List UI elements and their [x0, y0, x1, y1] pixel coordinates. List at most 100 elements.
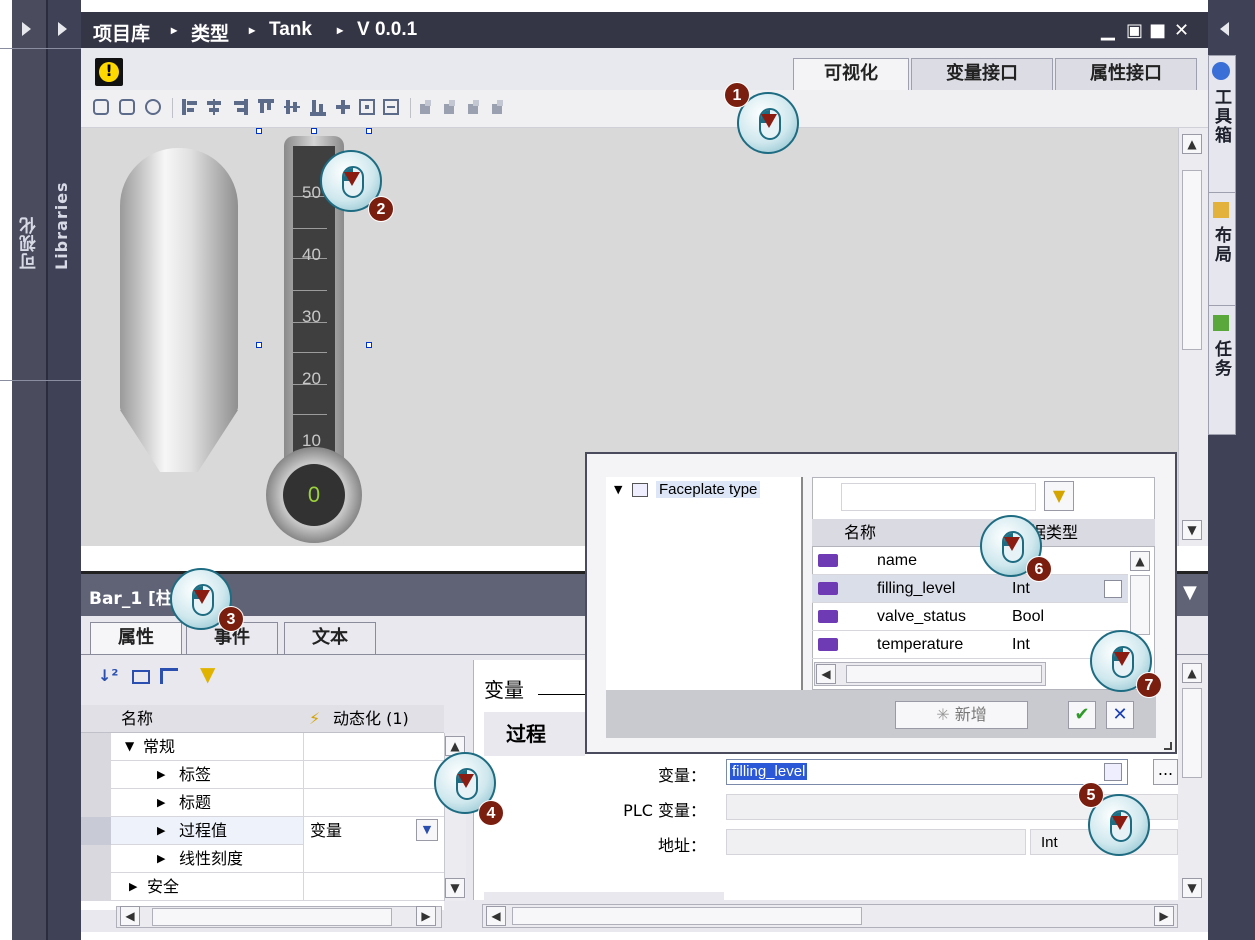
scroll-down-icon[interactable]: ▼: [1182, 878, 1202, 898]
tab-tasks[interactable]: 任务: [1210, 340, 1234, 378]
tab-layout[interactable]: 布局: [1210, 226, 1234, 264]
popup-tree: [606, 477, 803, 690]
group-icon[interactable]: [132, 670, 150, 684]
tick-mark: [293, 414, 327, 415]
left-sidebar-visualization: [0, 0, 46, 940]
breadcrumb-item[interactable]: Tank: [269, 19, 312, 41]
scroll-left-icon[interactable]: ◀: [816, 664, 836, 684]
row-label: 常规: [143, 737, 176, 756]
property-row[interactable]: ▶ 线性刻度: [81, 845, 444, 873]
expand-icon[interactable]: ▶: [129, 873, 137, 900]
scroll-up-icon[interactable]: ▲: [1182, 134, 1202, 154]
scroll-left-icon[interactable]: ◀: [120, 906, 140, 926]
callout-number: 2: [368, 196, 394, 222]
expand-icon[interactable]: ▶: [157, 761, 165, 788]
property-row[interactable]: ▼ 常规: [81, 733, 444, 761]
scrollbar-thumb[interactable]: [512, 907, 862, 925]
scrollbar-thumb[interactable]: [152, 908, 392, 926]
sidebar-tab-libraries[interactable]: Libraries: [52, 170, 71, 270]
expand-icon[interactable]: ▶: [157, 817, 165, 844]
tank-graphic[interactable]: [120, 148, 238, 413]
add-button[interactable]: ✳ 新增: [895, 701, 1028, 729]
row-gutter: [81, 817, 111, 845]
selection-handle[interactable]: [256, 128, 262, 134]
filter-icon[interactable]: ▼: [1044, 481, 1074, 511]
property-row[interactable]: ▶ 标题: [81, 789, 444, 817]
selection-handle[interactable]: [366, 128, 372, 134]
callout-number: 1: [724, 82, 750, 108]
popup-row[interactable]: temperature Int: [812, 631, 1128, 659]
breadcrumb-item[interactable]: 项目库: [93, 19, 150, 46]
align-right-icon: [244, 99, 248, 115]
tab-variable-interface[interactable]: 变量接口: [911, 58, 1053, 90]
tab-texts[interactable]: 文本: [284, 622, 376, 654]
confirm-icon[interactable]: ✔: [1068, 701, 1096, 729]
list-icon[interactable]: [1104, 763, 1122, 781]
list-icon[interactable]: [1104, 580, 1122, 598]
selection-handle[interactable]: [256, 342, 262, 348]
scrollbar-thumb[interactable]: [846, 665, 1042, 683]
sidebar-tab-visualization[interactable]: 可视化: [17, 180, 42, 270]
scroll-right-icon[interactable]: ▶: [416, 906, 436, 926]
collapse-right-icon[interactable]: [1220, 22, 1229, 36]
property-row-selected[interactable]: ▶ 过程值 变量 ▼: [81, 817, 444, 845]
scroll-left-icon[interactable]: ◀: [486, 906, 506, 926]
maximize-icon[interactable]: ■: [1149, 20, 1166, 41]
subgroup-tab: [484, 892, 724, 904]
restore-icon[interactable]: ▣: [1126, 20, 1143, 41]
resize-grip-icon[interactable]: [1164, 742, 1172, 750]
expand-icon[interactable]: ▼: [125, 733, 134, 760]
tree-expand-icon[interactable]: ▼: [614, 483, 622, 496]
scrollbar-thumb[interactable]: [1130, 575, 1150, 635]
filter-icon[interactable]: ▼: [200, 662, 215, 686]
scroll-down-icon[interactable]: ▼: [1182, 520, 1202, 540]
breadcrumb-separator-icon: ▸: [337, 23, 344, 37]
dropdown-icon[interactable]: ▼: [416, 819, 438, 841]
breadcrumb-item[interactable]: V 0.0.1: [357, 19, 417, 41]
dynamization-value: 变量: [310, 821, 343, 840]
sort-icon[interactable]: ↓²: [98, 666, 118, 685]
tree-item-faceplate-type[interactable]: Faceplate type: [656, 481, 761, 498]
tree-icon[interactable]: [160, 668, 178, 684]
property-row[interactable]: ▶ 安全: [81, 873, 444, 901]
warning-icon[interactable]: !: [95, 58, 123, 86]
popup-row[interactable]: valve_status Bool: [812, 603, 1128, 631]
expand-icon[interactable]: ▶: [157, 789, 165, 816]
scroll-right-icon[interactable]: ▶: [1154, 906, 1174, 926]
minimize-icon[interactable]: ▁: [1101, 20, 1115, 41]
popup-row-selected[interactable]: filling_level Int: [812, 575, 1128, 603]
expand-icon[interactable]: ▶: [157, 845, 165, 872]
scroll-down-icon[interactable]: ▼: [445, 878, 465, 898]
selection-handle[interactable]: [366, 342, 372, 348]
popup-filter-input[interactable]: [841, 483, 1036, 511]
row-label: 线性刻度: [179, 849, 244, 868]
tab-visualization[interactable]: 可视化: [793, 58, 909, 91]
row-gutter: [81, 789, 111, 817]
callout-number: 5: [1078, 782, 1104, 808]
property-row[interactable]: ▶ 标签: [81, 761, 444, 789]
lightning-icon: ⚡: [309, 709, 321, 728]
scrollbar-thumb[interactable]: [1182, 170, 1202, 350]
row-value: [303, 873, 444, 901]
tab-properties[interactable]: 属性: [90, 622, 182, 654]
expand-libraries-icon[interactable]: [58, 22, 67, 36]
variable-field[interactable]: filling_level: [726, 759, 1128, 785]
selection-handle[interactable]: [311, 128, 317, 134]
browse-button[interactable]: ...: [1153, 759, 1178, 785]
popup-row[interactable]: name ing: [812, 547, 1128, 575]
scroll-up-icon[interactable]: ▲: [1182, 663, 1202, 683]
scrollbar-thumb[interactable]: [1182, 688, 1202, 778]
collapse-inspector-icon[interactable]: ▼: [1183, 582, 1197, 603]
expand-left-icon[interactable]: [22, 22, 31, 36]
callout-number: 4: [478, 800, 504, 826]
scroll-up-icon[interactable]: ▲: [1130, 551, 1150, 571]
cancel-icon[interactable]: ✕: [1106, 701, 1134, 729]
group-title: 过程: [506, 722, 546, 746]
row-value[interactable]: 变量 ▼: [303, 817, 444, 845]
tab-property-interface[interactable]: 属性接口: [1055, 58, 1197, 90]
row-value: [303, 733, 444, 761]
close-icon[interactable]: ✕: [1174, 20, 1189, 41]
variable-name: filling_level: [877, 580, 956, 597]
breadcrumb-item[interactable]: 类型: [191, 19, 229, 46]
tab-toolbox[interactable]: 工具箱: [1210, 88, 1234, 145]
